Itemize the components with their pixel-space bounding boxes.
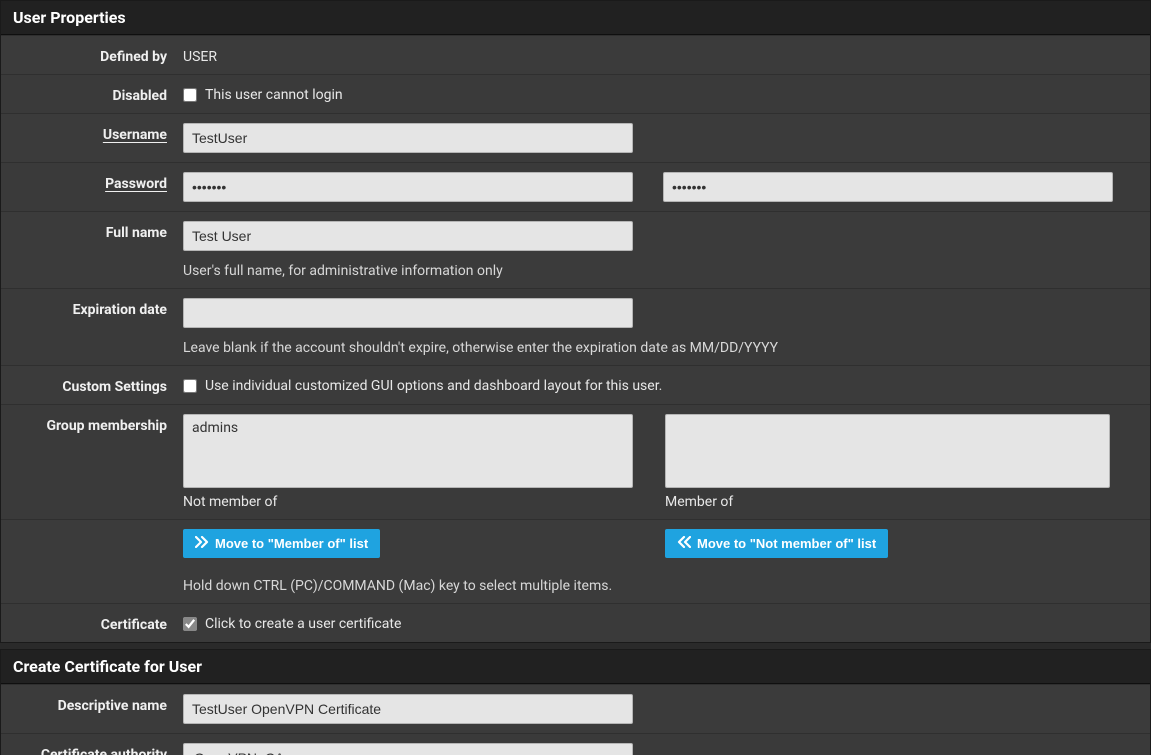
row-group-membership: Group membership admins Not member of Me… <box>1 404 1150 519</box>
disabled-checkbox[interactable] <box>183 88 197 102</box>
value-defined-by: USER <box>183 45 217 65</box>
label-certificate-authority: Certificate authority <box>1 743 183 755</box>
custom-settings-checkbox-wrap[interactable]: Use individual customized GUI options an… <box>183 375 662 394</box>
custom-settings-checkbox-label: Use individual customized GUI options an… <box>205 378 662 394</box>
row-descriptive-name: Descriptive name <box>1 684 1150 733</box>
row-defined-by: Defined by USER <box>1 35 1150 74</box>
expiration-help: Leave blank if the account shouldn't exp… <box>183 340 1134 356</box>
certificate-authority-select[interactable]: OpenVPN_CA <box>183 743 633 755</box>
label-descriptive-name: Descriptive name <box>1 694 183 714</box>
label-username: Username <box>1 123 183 143</box>
move-to-notmember-label: Move to "Not member of" list <box>697 536 876 551</box>
list-item[interactable]: admins <box>188 419 628 437</box>
row-certificate-authority: Certificate authority OpenVPN_CA <box>1 733 1150 755</box>
password-input[interactable] <box>183 172 633 202</box>
row-username: Username <box>1 113 1150 162</box>
row-disabled: Disabled This user cannot login <box>1 74 1150 113</box>
password-confirm-input[interactable] <box>663 172 1113 202</box>
descriptive-name-input[interactable] <box>183 694 633 724</box>
disabled-checkbox-label: This user cannot login <box>205 87 343 103</box>
fullname-input[interactable] <box>183 221 633 251</box>
certificate-checkbox[interactable] <box>183 617 197 631</box>
row-group-buttons: Move to "Member of" list Hold down CTRL … <box>1 519 1150 603</box>
move-to-notmember-button[interactable]: Move to "Not member of" list <box>665 529 888 558</box>
user-properties-panel: User Properties Defined by USER Disabled… <box>0 0 1151 643</box>
label-empty-group-buttons <box>1 529 183 533</box>
not-member-caption: Not member of <box>183 494 633 510</box>
label-custom-settings: Custom Settings <box>1 375 183 395</box>
username-input[interactable] <box>183 123 633 153</box>
custom-settings-checkbox[interactable] <box>183 379 197 393</box>
disabled-checkbox-wrap[interactable]: This user cannot login <box>183 84 343 103</box>
move-to-member-label: Move to "Member of" list <box>215 536 368 551</box>
label-fullname: Full name <box>1 221 183 241</box>
user-properties-header: User Properties <box>1 1 1150 35</box>
label-group-membership: Group membership <box>1 414 183 434</box>
certificate-checkbox-wrap[interactable]: Click to create a user certificate <box>183 613 401 632</box>
row-fullname: Full name User's full name, for administ… <box>1 211 1150 288</box>
label-password: Password <box>1 172 183 192</box>
create-certificate-header: Create Certificate for User <box>1 650 1150 684</box>
not-member-listbox[interactable]: admins <box>183 414 633 488</box>
label-certificate: Certificate <box>1 613 183 633</box>
certificate-checkbox-label: Click to create a user certificate <box>205 616 401 632</box>
label-expiration: Expiration date <box>1 298 183 318</box>
move-to-member-button[interactable]: Move to "Member of" list <box>183 529 380 558</box>
fullname-help: User's full name, for administrative inf… <box>183 263 1134 279</box>
member-caption: Member of <box>665 494 1134 510</box>
label-defined-by: Defined by <box>1 45 183 65</box>
expiration-input[interactable] <box>183 298 633 328</box>
member-listbox[interactable] <box>665 414 1110 488</box>
group-help: Hold down CTRL (PC)/COMMAND (Mac) key to… <box>183 578 633 594</box>
chevron-double-left-icon <box>677 536 691 551</box>
label-disabled: Disabled <box>1 84 183 104</box>
row-custom-settings: Custom Settings Use individual customize… <box>1 365 1150 404</box>
row-expiration: Expiration date Leave blank if the accou… <box>1 288 1150 365</box>
chevron-double-right-icon <box>195 536 209 551</box>
row-password: Password <box>1 162 1150 211</box>
row-certificate: Certificate Click to create a user certi… <box>1 603 1150 642</box>
create-certificate-panel: Create Certificate for User Descriptive … <box>0 649 1151 755</box>
